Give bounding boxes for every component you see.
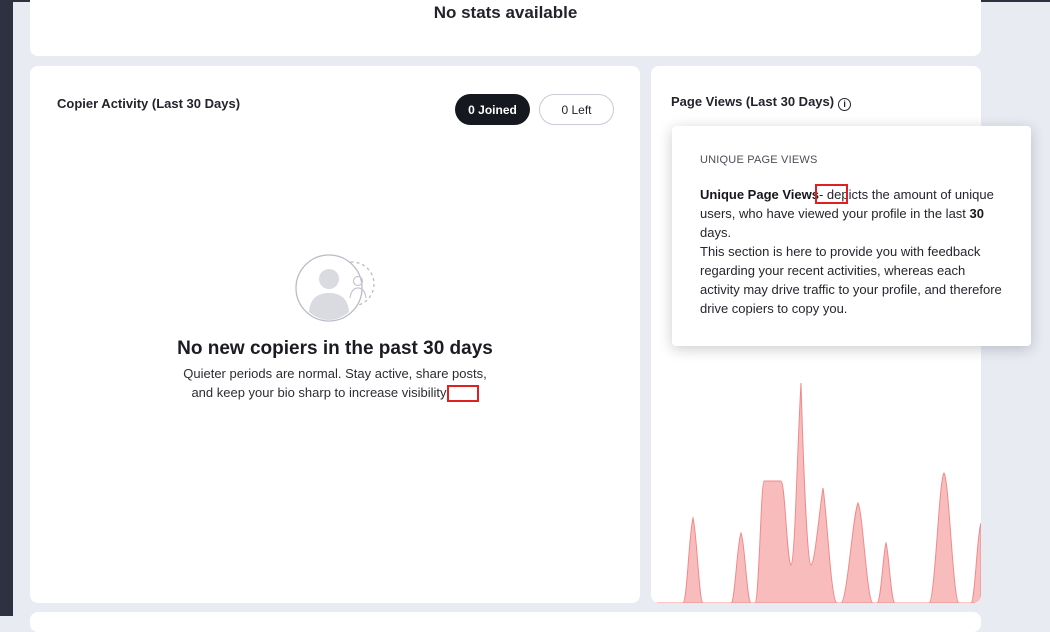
page-views-chart bbox=[651, 383, 981, 603]
tooltip-heading: UNIQUE PAGE VIEWS bbox=[700, 154, 818, 166]
highlight-box bbox=[446, 385, 479, 402]
stats-card: No stats available bbox=[30, 0, 981, 56]
left-nav-rail bbox=[0, 0, 13, 616]
tooltip-definition-days: 30 bbox=[969, 206, 984, 221]
copiers-empty-title: No new copiers in the past 30 days bbox=[177, 338, 493, 359]
highlight-box bbox=[815, 184, 848, 204]
copier-toggle-group: 0 Joined 0 Left bbox=[455, 94, 614, 125]
copier-title-days: 30 bbox=[186, 96, 202, 111]
copier-title-prefix: Copier Activity (Last bbox=[57, 96, 187, 111]
views-title-days: 30 bbox=[780, 94, 796, 109]
copier-activity-card: Copier Activity (Last 30 Days) 0 Joined … bbox=[30, 66, 640, 603]
joined-toggle-button[interactable]: 0 Joined bbox=[455, 94, 530, 125]
copier-empty-state: No new copiers in the past 30 days Quiet… bbox=[30, 254, 640, 402]
views-title-suffix: Days) bbox=[795, 94, 835, 109]
copiers-empty-description: Quieter periods are normal. Stay active,… bbox=[180, 364, 490, 402]
tooltip-paragraph2: This section is here to provide you with… bbox=[700, 244, 1002, 316]
unique-page-views-tooltip: UNIQUE PAGE VIEWS Unique Page Views- dep… bbox=[672, 126, 1031, 346]
info-icon[interactable]: i bbox=[838, 98, 852, 111]
copiers-empty-icon bbox=[295, 254, 395, 326]
page-views-area bbox=[651, 383, 981, 603]
tooltip-term: Unique Page Views bbox=[700, 187, 819, 202]
tooltip-definition-part2: days. bbox=[700, 225, 732, 240]
views-title-prefix: Page Views (Last bbox=[671, 94, 781, 109]
next-section-card bbox=[30, 612, 981, 632]
copier-activity-title: Copier Activity (Last 30 Days) bbox=[57, 96, 240, 111]
copiers-empty-description-text: Quieter periods are normal. Stay active,… bbox=[183, 366, 487, 400]
copier-title-suffix: Days) bbox=[201, 96, 241, 111]
tooltip-body: Unique Page Views- depicts the amount of… bbox=[700, 185, 1004, 318]
page-views-title: Page Views (Last 30 Days) i bbox=[671, 94, 852, 111]
left-toggle-button[interactable]: 0 Left bbox=[539, 94, 614, 125]
stats-empty-label: No stats available bbox=[433, 3, 578, 22]
